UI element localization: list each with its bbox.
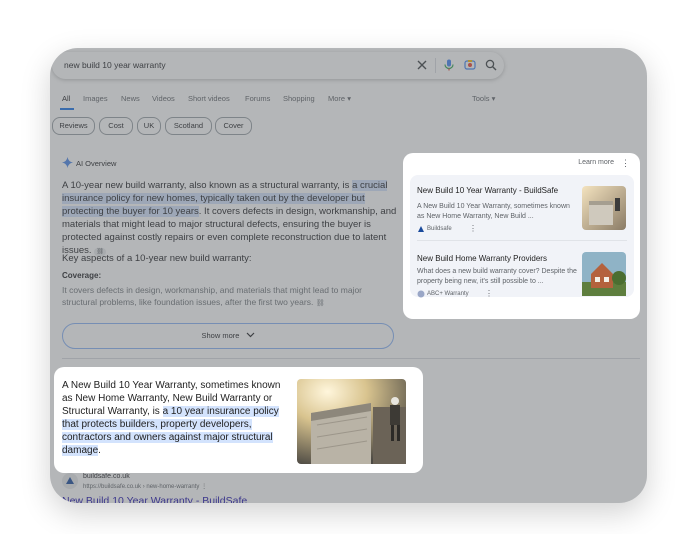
ai-subheading: Key aspects of a 10-year new build warra… (62, 253, 252, 264)
coverage-text: It covers defects in design, workmanship… (62, 284, 382, 310)
buildsafe-favicon-icon (62, 473, 78, 489)
chip-reviews[interactable]: Reviews (52, 117, 95, 135)
source-description: What does a new build warranty cover? De… (417, 268, 577, 285)
source-list: New Build 10 Year Warranty - BuildSafe A… (410, 175, 634, 298)
tab-tools-label: Tools (472, 94, 490, 103)
show-more-label: Show more (201, 331, 240, 340)
source-separator (417, 240, 627, 241)
search-bar[interactable]: new build 10 year warranty (52, 52, 504, 79)
search-icon[interactable] (484, 58, 498, 72)
tab-all[interactable]: All (62, 94, 70, 103)
tab-more[interactable]: More ▾ (328, 94, 351, 103)
chip-scotland[interactable]: Scotland (165, 117, 212, 135)
more-options-icon[interactable]: ⋮ (485, 289, 493, 298)
source-title[interactable]: New Build Home Warranty Providers (417, 254, 547, 263)
source-site: Buildsafe (427, 226, 452, 232)
source-site: ABC+ Warranty (427, 291, 469, 297)
chip-uk[interactable]: UK (137, 117, 161, 135)
more-options-icon[interactable]: ⋮ (621, 159, 630, 168)
ai-sources-card: Learn more ⋮ New Build 10 Year Warranty … (403, 153, 640, 319)
building-thumbnail (582, 186, 626, 230)
quote-text: A New Build 10 Year Warranty, sometimes … (62, 379, 290, 457)
lens-icon[interactable] (463, 58, 477, 72)
tab-images[interactable]: Images (83, 94, 108, 103)
tab-forums[interactable]: Forums (245, 94, 270, 103)
chevron-down-icon: ▾ (491, 94, 496, 103)
tab-news[interactable]: News (121, 94, 140, 103)
chevron-down-icon (246, 332, 254, 338)
ai-sparkle-icon (62, 157, 73, 168)
ai-overview-label: AI Overview (76, 159, 117, 168)
construction-photo (297, 379, 406, 464)
search-separator (435, 58, 436, 73)
tab-shopping[interactable]: Shopping (283, 94, 315, 103)
search-tabs: All Images News Videos Short videos Foru… (50, 94, 647, 108)
coverage-label: Coverage: (62, 271, 102, 280)
ai-overview-paragraph: A 10-year new build warranty, also known… (62, 179, 398, 257)
result-url-text: https://buildsafe.co.uk › new-home-warra… (83, 484, 200, 490)
active-tab-indicator (60, 108, 74, 110)
result-site-name: buildsafe.co.uk (83, 473, 130, 480)
chip-cover[interactable]: Cover (215, 117, 252, 135)
link-icon[interactable]: ⛓ (316, 300, 325, 307)
house-thumbnail (582, 252, 626, 296)
tab-short-videos[interactable]: Short videos (188, 94, 230, 103)
result-url: https://buildsafe.co.uk › new-home-warra… (83, 483, 207, 490)
source-title[interactable]: New Build 10 Year Warranty - BuildSafe (417, 186, 558, 195)
learn-more-link[interactable]: Learn more (578, 159, 614, 166)
search-input[interactable]: new build 10 year warranty (64, 60, 166, 70)
quote-end: . (98, 445, 101, 456)
more-options-icon[interactable]: ⋮ (201, 484, 207, 490)
ai-text-start: A 10-year new build warranty, also known… (62, 180, 353, 191)
source-description: A New Build 10 Year Warranty, sometimes … (417, 203, 570, 220)
microphone-icon[interactable] (442, 58, 456, 72)
show-more-button[interactable]: Show more (62, 323, 394, 349)
tab-more-label: More (328, 94, 346, 103)
quote-card: A New Build 10 Year Warranty, sometimes … (54, 367, 423, 473)
clear-icon[interactable] (415, 58, 429, 72)
result-title-link[interactable]: New Build 10 Year Warranty - BuildSafe (62, 495, 247, 503)
section-divider (62, 358, 640, 359)
ai-overview-header: AI Overview (62, 157, 116, 168)
tab-videos[interactable]: Videos (152, 94, 175, 103)
chip-cost[interactable]: Cost (99, 117, 133, 135)
buildsafe-favicon-icon (418, 226, 424, 232)
tab-tools[interactable]: Tools ▾ (472, 94, 495, 103)
more-options-icon[interactable]: ⋮ (469, 224, 477, 233)
abc-warranty-favicon-icon (417, 290, 425, 298)
chevron-down-icon: ▾ (347, 94, 351, 103)
